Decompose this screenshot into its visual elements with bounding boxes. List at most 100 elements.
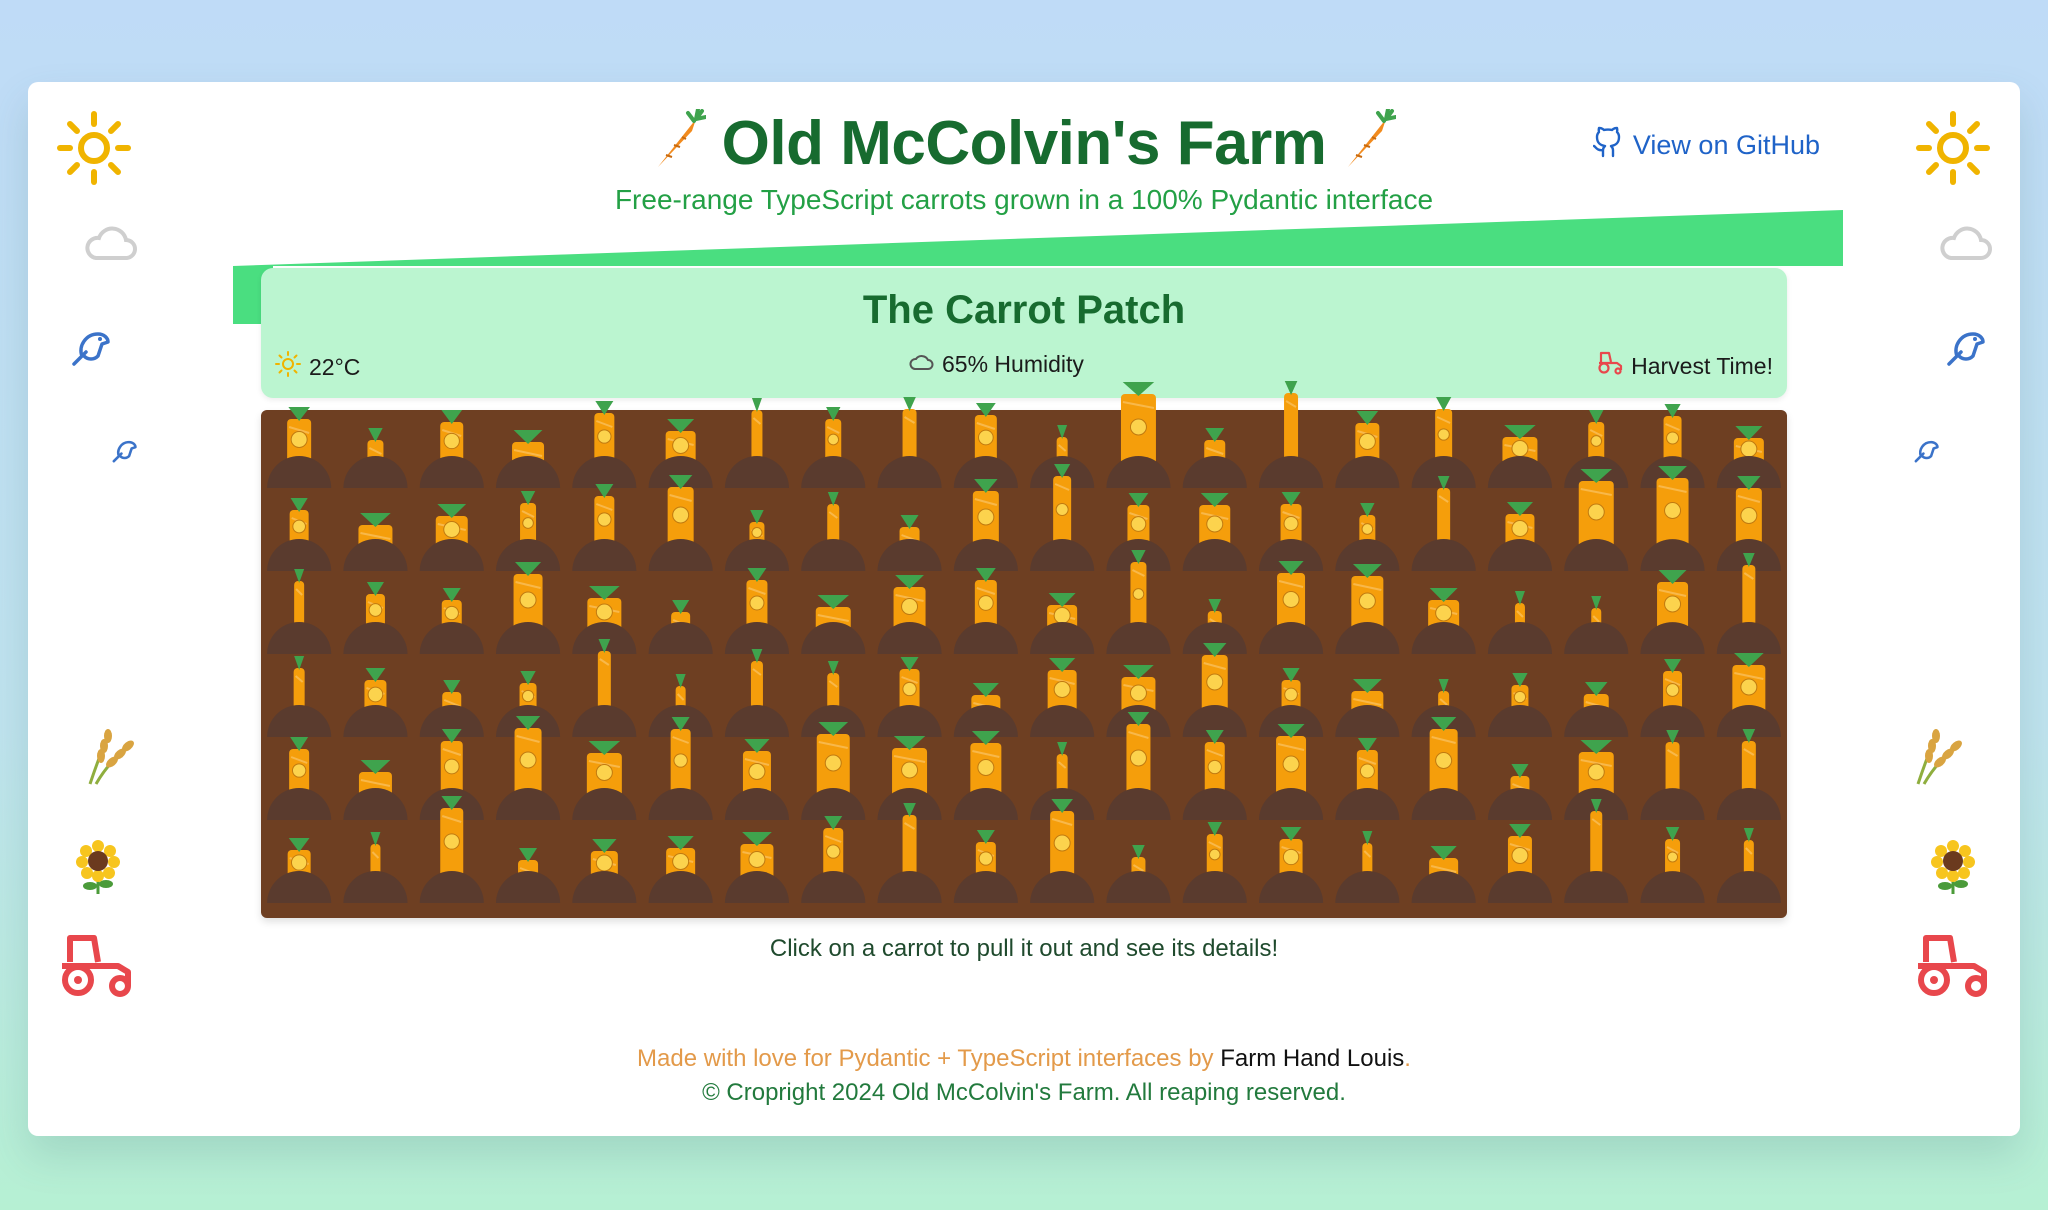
carrot-plot[interactable]	[801, 492, 866, 571]
carrot-plot[interactable]	[496, 430, 561, 488]
carrot-plot[interactable]	[1487, 502, 1552, 571]
carrot-plot[interactable]	[267, 407, 332, 488]
carrot-plot[interactable]	[1411, 476, 1476, 571]
carrot-plot[interactable]	[1106, 382, 1171, 488]
carrot-plot[interactable]	[953, 568, 1018, 654]
carrot-plot[interactable]	[953, 731, 1018, 820]
carrot-plot[interactable]	[267, 838, 332, 903]
carrot-plot[interactable]	[953, 683, 1018, 737]
carrot-plot[interactable]	[648, 836, 713, 903]
carrot-plot[interactable]	[1335, 411, 1400, 488]
carrot-plot[interactable]	[343, 832, 408, 903]
page-title-text: Old McColvin's Farm	[721, 109, 1327, 178]
carrot-plot[interactable]	[267, 656, 332, 737]
carrot-plot[interactable]	[1259, 492, 1324, 571]
carrot-plot[interactable]	[343, 513, 408, 571]
carrot-plot[interactable]	[648, 475, 713, 571]
carrot-plot[interactable]	[801, 816, 866, 903]
carrot-plot[interactable]	[1259, 724, 1324, 820]
carrot-plot[interactable]	[724, 510, 789, 571]
carrot-plot[interactable]	[953, 403, 1018, 488]
carrot-plot[interactable]	[1106, 845, 1171, 903]
carrot-plot[interactable]	[267, 498, 332, 571]
carrot-plot[interactable]	[1182, 428, 1247, 488]
carrot-plot[interactable]	[724, 649, 789, 737]
carrot-plot[interactable]	[1259, 827, 1324, 903]
carrot-plot[interactable]	[1716, 828, 1781, 903]
carrot-plot[interactable]	[496, 491, 561, 571]
carrot-face	[978, 429, 994, 446]
carrot-plot[interactable]	[1030, 658, 1095, 737]
carrot-leaves	[1057, 742, 1068, 756]
carrot-plot[interactable]	[1259, 561, 1324, 654]
carrot-plot[interactable]	[1335, 831, 1400, 903]
carrot-plot[interactable]	[1259, 381, 1324, 488]
carrot-face	[1664, 595, 1682, 613]
carrot-plot[interactable]	[724, 398, 789, 488]
carrot-plot[interactable]	[1487, 591, 1552, 654]
carrot-plot[interactable]	[953, 479, 1018, 571]
carrot-plot[interactable]	[801, 407, 866, 488]
carrot-plot[interactable]	[1335, 564, 1400, 654]
carrot-plot[interactable]	[1564, 596, 1629, 654]
carrot-plot[interactable]	[267, 569, 332, 654]
carrot-plot[interactable]	[648, 600, 713, 654]
carrot-plot[interactable]	[724, 568, 789, 654]
carrot-leaves	[360, 760, 391, 774]
carrot-plot[interactable]	[419, 410, 484, 488]
carrot-plot[interactable]	[1716, 729, 1781, 820]
carrot-plot[interactable]	[877, 397, 942, 488]
carrot-plot[interactable]	[572, 484, 637, 571]
carrot-plot[interactable]	[724, 739, 789, 820]
carrot-plot[interactable]	[1411, 397, 1476, 488]
carrot-plot[interactable]	[1182, 730, 1247, 820]
carrot-plot[interactable]	[343, 668, 408, 737]
carrot-plot[interactable]	[343, 582, 408, 654]
carrot-plot[interactable]	[724, 832, 789, 903]
carrot-plot[interactable]	[953, 830, 1018, 903]
author-link[interactable]: Farm Hand Louis	[1220, 1045, 1404, 1072]
carrot-plot[interactable]	[343, 760, 408, 820]
carrot-plot[interactable]	[1335, 503, 1400, 571]
carrot-face	[597, 512, 612, 527]
carrot-plot[interactable]	[1487, 824, 1552, 903]
carrot-plot[interactable]	[1716, 653, 1781, 737]
carrot-patch-field[interactable]	[261, 381, 1787, 918]
carrot-plot[interactable]	[1030, 593, 1095, 654]
github-link[interactable]: View on GitHub	[1592, 126, 1820, 165]
carrot-plot[interactable]	[1335, 679, 1400, 737]
carrot-plot[interactable]	[1564, 682, 1629, 737]
carrot-plot[interactable]	[877, 575, 942, 654]
carrot-plot[interactable]	[801, 595, 866, 654]
carrot-face	[292, 519, 306, 534]
carrot-plot[interactable]	[572, 741, 637, 820]
carrot-face	[521, 689, 535, 703]
carrot-plot[interactable]	[572, 839, 637, 903]
carrot-plot[interactable]	[1182, 643, 1247, 737]
carrot-plot[interactable]	[1640, 730, 1705, 820]
carrot-plot[interactable]	[1640, 827, 1705, 903]
carrot-plot[interactable]	[1487, 764, 1552, 820]
carrot-plot[interactable]	[496, 562, 561, 654]
carrot-plot[interactable]	[419, 588, 484, 654]
carrot-plot[interactable]	[1487, 425, 1552, 488]
carrot-plot[interactable]	[877, 515, 942, 571]
carrot-plot[interactable]	[1487, 673, 1552, 737]
carrot-plot[interactable]	[267, 737, 332, 820]
carrot-plot[interactable]	[1411, 588, 1476, 654]
carrot-plot[interactable]	[1411, 846, 1476, 903]
carrot-plot[interactable]	[1640, 570, 1705, 654]
carrot-leaves	[817, 595, 849, 609]
carrot-plot[interactable]	[419, 504, 484, 571]
carrot-grid[interactable]	[261, 370, 1787, 918]
carrot-plot[interactable]	[1335, 738, 1400, 820]
carrot-plot[interactable]	[1640, 659, 1705, 737]
carrot-plot[interactable]	[343, 428, 408, 488]
carrot-plot[interactable]	[496, 848, 561, 903]
carrot-plot[interactable]	[572, 401, 637, 488]
carrot-plot[interactable]	[419, 680, 484, 737]
wheat-icon	[1910, 726, 1968, 791]
carrot-plot[interactable]	[1182, 493, 1247, 571]
carrot-plot[interactable]	[1182, 822, 1247, 903]
carrot-plot[interactable]	[877, 657, 942, 737]
